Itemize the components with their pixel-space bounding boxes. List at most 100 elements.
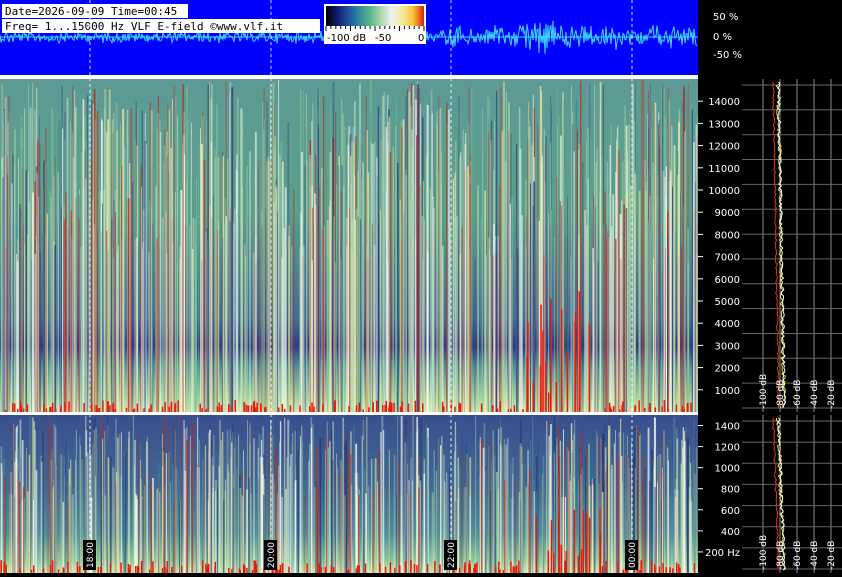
impulse-burst xyxy=(62,567,65,573)
spectral-streak xyxy=(33,500,35,573)
freq-tick-label: 1000 xyxy=(715,464,740,475)
spectral-streak xyxy=(20,458,22,573)
impulse-burst xyxy=(498,561,500,573)
spectral-streak xyxy=(389,473,391,573)
spectral-streak xyxy=(366,245,368,413)
spectral-streak xyxy=(227,464,229,573)
spectral-streak xyxy=(132,415,135,573)
spectral-streak xyxy=(652,162,654,413)
spectral-streak xyxy=(46,213,49,413)
impulse-burst xyxy=(458,567,461,573)
spectral-streak xyxy=(340,459,342,573)
spectral-streak xyxy=(194,219,197,413)
spectral-streak xyxy=(71,494,74,573)
spectral-streak xyxy=(141,187,143,413)
spectral-streak xyxy=(336,184,337,413)
impulse-burst xyxy=(358,565,361,573)
spectrum-profile-lower: -100 dB -80 dB -60 dB -40 dB -20 dB xyxy=(742,415,842,573)
colorbar: -100 dB -50 0 xyxy=(324,4,426,44)
spectral-streak xyxy=(200,128,201,413)
spectral-streak xyxy=(541,474,543,573)
impulse-burst xyxy=(231,405,233,413)
spectral-streak xyxy=(673,232,675,413)
impulse-burst xyxy=(97,567,99,573)
spectral-streak xyxy=(261,227,263,413)
impulse-burst xyxy=(177,400,179,413)
spectral-streak xyxy=(690,501,693,573)
spectral-streak xyxy=(211,84,213,413)
spectral-streak xyxy=(128,431,130,573)
impulse-burst xyxy=(238,568,241,573)
profile-db-label: -40 dB xyxy=(810,380,820,409)
impulse-burst xyxy=(601,566,604,573)
spectral-streak xyxy=(62,501,65,573)
spectral-streak xyxy=(325,449,326,573)
spectral-streak xyxy=(446,102,448,413)
spectral-streak xyxy=(464,486,467,573)
spectral-streak xyxy=(680,463,682,573)
spectral-streak xyxy=(474,258,476,413)
spectral-streak xyxy=(531,145,533,413)
spectral-streak xyxy=(603,423,606,573)
spectral-streak xyxy=(124,451,125,573)
freq-tick-label: 8000 xyxy=(715,230,740,241)
impulse-burst xyxy=(20,405,23,413)
impulse-burst xyxy=(135,566,137,573)
spectral-streak xyxy=(303,90,304,413)
spectral-streak xyxy=(431,492,434,573)
spectral-streak xyxy=(45,234,46,413)
spectral-streak xyxy=(337,467,338,573)
impulse-burst xyxy=(532,381,534,413)
spectral-streak xyxy=(554,237,555,413)
impulse-burst xyxy=(19,569,21,573)
impulse-burst xyxy=(244,403,246,413)
impulse-burst xyxy=(513,405,516,413)
impulse-burst xyxy=(384,405,386,413)
spectral-streak xyxy=(380,139,382,413)
spectral-streak xyxy=(430,188,431,413)
spectral-streak xyxy=(102,203,103,413)
spectral-streak xyxy=(641,79,643,413)
profile-db-label: -100 dB xyxy=(759,535,769,570)
profile-db-label: -60 dB xyxy=(793,380,803,409)
spectral-streak xyxy=(620,418,622,573)
spectral-streak xyxy=(426,251,429,413)
spectral-streak xyxy=(667,233,669,413)
spectral-streak xyxy=(11,239,13,413)
impulse-burst xyxy=(679,567,681,573)
spectral-streak xyxy=(284,418,286,573)
spectral-streak xyxy=(483,423,486,573)
spectral-streak xyxy=(332,137,334,413)
impulse-burst xyxy=(622,401,624,413)
impulse-burst xyxy=(653,564,656,573)
spectral-streak xyxy=(375,200,377,413)
impulse-burst xyxy=(640,560,642,573)
spectral-streak xyxy=(304,165,306,413)
spectral-streak xyxy=(169,482,171,573)
spectral-streak xyxy=(238,435,239,573)
impulse-burst xyxy=(358,402,361,413)
spectral-streak xyxy=(186,181,188,413)
spectral-streak xyxy=(165,453,167,573)
spectral-streak xyxy=(215,480,217,573)
spectral-streak xyxy=(696,173,697,413)
impulse-burst xyxy=(68,401,70,413)
spectral-streak xyxy=(314,204,317,413)
spectral-streak xyxy=(692,142,695,413)
spectral-streak xyxy=(345,440,348,573)
spectral-streak xyxy=(634,222,636,413)
impulse-burst xyxy=(171,567,173,573)
impulse-burst xyxy=(566,352,569,413)
spectral-streak xyxy=(396,98,397,413)
spectral-streak xyxy=(110,455,112,573)
spectral-streak xyxy=(651,126,652,413)
spectral-streak xyxy=(81,151,83,413)
impulse-burst xyxy=(306,563,308,573)
spectral-streak xyxy=(520,499,521,573)
spectral-streak xyxy=(286,457,289,573)
spectral-streak xyxy=(590,136,591,413)
spectral-streak xyxy=(134,439,136,573)
spectral-streak xyxy=(682,446,684,573)
impulse-burst xyxy=(136,565,139,573)
spectral-streak xyxy=(471,88,473,413)
